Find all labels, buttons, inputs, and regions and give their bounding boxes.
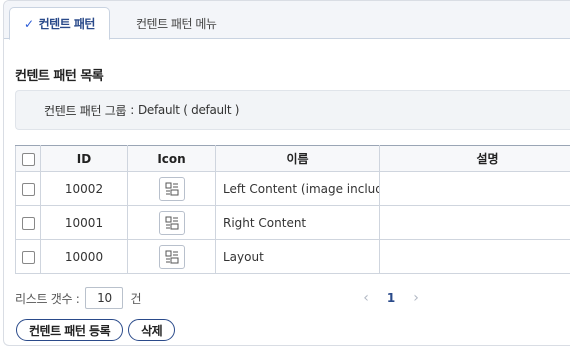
pattern-table: ID Icon 이름 설명 10002 Left Content (image … xyxy=(15,145,570,274)
row-icon-cell xyxy=(127,205,216,240)
column-header-id: ID xyxy=(40,145,128,172)
table-header-row: ID Icon 이름 설명 xyxy=(15,145,570,172)
row-id: 10001 xyxy=(40,205,128,240)
group-value: Default ( default ) xyxy=(137,103,240,117)
group-separator: : xyxy=(130,103,134,117)
pattern-group-info: 컨텐트 패턴 그룹 : Default ( default ) xyxy=(15,90,570,130)
tab-content-pattern-menu[interactable]: 컨텐트 패턴 메뉴 xyxy=(122,7,230,39)
row-description xyxy=(379,239,570,274)
check-icon: ✓ xyxy=(24,16,34,31)
content-panel: ✓ 컨텐트 패턴 컨텐트 패턴 메뉴 컨텐트 패턴 목록 컨텐트 패턴 그룹 :… xyxy=(3,0,570,346)
row-icon-cell xyxy=(127,239,216,274)
row-id: 10000 xyxy=(40,239,128,274)
row-checkbox[interactable] xyxy=(21,182,35,196)
list-count-label: 리스트 갯수 : xyxy=(15,291,80,306)
next-page-icon[interactable]: › xyxy=(406,290,426,306)
row-name[interactable]: Layout xyxy=(215,239,380,274)
delete-button[interactable]: 삭제 xyxy=(128,319,176,341)
tab-label: 컨텐트 패턴 xyxy=(38,17,96,31)
list-count-unit: 건 xyxy=(130,291,142,306)
pagination: ‹ 1 › xyxy=(356,287,426,309)
select-all-checkbox[interactable] xyxy=(21,152,35,166)
section-title: 컨텐트 패턴 목록 xyxy=(15,69,104,84)
list-count-control: 리스트 갯수 : 10 건 xyxy=(15,287,142,309)
row-checkbox[interactable] xyxy=(21,216,35,230)
row-icon-cell xyxy=(127,171,216,206)
page-number-current[interactable]: 1 xyxy=(376,291,406,305)
column-header-icon: Icon xyxy=(127,145,216,172)
group-label: 컨텐트 패턴 그룹 xyxy=(44,103,127,118)
column-header-name: 이름 xyxy=(215,145,380,172)
tab-content-pattern[interactable]: ✓ 컨텐트 패턴 xyxy=(9,7,110,40)
pattern-layout-icon[interactable] xyxy=(158,244,185,269)
pattern-layout-icon[interactable] xyxy=(158,176,185,201)
action-buttons: 컨텐트 패턴 등록 삭제 xyxy=(16,319,176,341)
tab-bar: ✓ 컨텐트 패턴 컨텐트 패턴 메뉴 xyxy=(4,1,570,40)
select-all-cell xyxy=(15,145,41,172)
tab-label: 컨텐트 패턴 메뉴 xyxy=(136,16,217,31)
row-select-cell xyxy=(15,205,41,240)
row-description xyxy=(379,205,570,240)
list-count-input[interactable]: 10 xyxy=(85,287,124,309)
pattern-layout-icon[interactable] xyxy=(158,210,185,235)
row-name[interactable]: Left Content (image included) xyxy=(215,171,380,206)
row-checkbox[interactable] xyxy=(21,250,35,264)
table-row: 10002 Left Content (image included) xyxy=(15,171,570,206)
table-row: 10001 Right Content xyxy=(15,205,570,240)
row-id: 10002 xyxy=(40,171,128,206)
row-description xyxy=(379,171,570,206)
prev-page-icon[interactable]: ‹ xyxy=(356,290,376,306)
register-pattern-button[interactable]: 컨텐트 패턴 등록 xyxy=(16,319,124,341)
row-select-cell xyxy=(15,239,41,274)
row-name[interactable]: Right Content xyxy=(215,205,380,240)
row-select-cell xyxy=(15,171,41,206)
column-header-description: 설명 xyxy=(379,145,570,172)
table-row: 10000 Layout xyxy=(15,239,570,274)
